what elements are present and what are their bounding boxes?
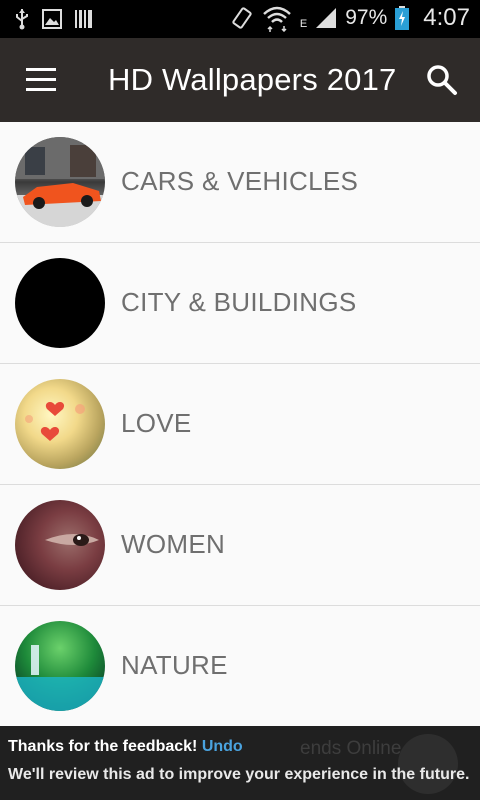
category-item-love[interactable]: LOVE [0, 364, 480, 485]
ad-feedback-message: Thanks for the feedback! Undo [8, 738, 243, 756]
undo-link[interactable]: Undo [202, 738, 243, 755]
category-item-cars-vehicles[interactable]: CARS & VEHICLES [0, 122, 480, 243]
battery-charging-icon [395, 6, 410, 30]
ad-feedback-title: Thanks for the feedback! [8, 738, 198, 755]
status-bar: E 97% 4:07 [0, 0, 480, 38]
category-label: LOVE [121, 408, 192, 438]
ad-feedback-detail: We'll review this ad to improve your exp… [8, 766, 470, 783]
category-label: WOMEN [121, 529, 226, 559]
ad-background-circle [398, 734, 458, 794]
battery-percent: 97% [345, 6, 388, 29]
app-title: HD Wallpapers 2017 [108, 62, 397, 97]
love-thumbnail [15, 379, 105, 469]
city-thumbnail [15, 258, 105, 348]
category-label: NATURE [121, 650, 228, 680]
barcode-icon [75, 10, 92, 28]
menu-button[interactable] [26, 68, 58, 92]
network-type-label: E [299, 18, 308, 30]
category-list: CARS & VEHICLES CITY & BUILDINGS LOVE WO… [0, 122, 480, 727]
cars-thumbnail [15, 137, 105, 227]
ad-feedback-banner: ends Online. Join Thanks for the feedbac… [0, 726, 480, 800]
search-icon [427, 65, 457, 95]
system-icons: E 97% 4:07 [230, 4, 470, 32]
notification-icons [14, 8, 94, 30]
clock: 4:07 [423, 4, 470, 31]
category-label: CITY & BUILDINGS [121, 287, 357, 317]
category-label: CARS & VEHICLES [121, 166, 359, 196]
wifi-icon [263, 6, 291, 32]
signal-icon [316, 8, 337, 28]
category-item-nature[interactable]: NATURE [0, 606, 480, 727]
image-icon [42, 9, 62, 29]
app-bar: HD Wallpapers 2017 [0, 38, 480, 122]
category-item-city-buildings[interactable]: CITY & BUILDINGS [0, 243, 480, 364]
women-thumbnail [15, 500, 105, 590]
vibrate-icon [232, 7, 252, 29]
category-item-women[interactable]: WOMEN [0, 485, 480, 606]
search-button[interactable] [426, 64, 458, 96]
nature-thumbnail [15, 621, 105, 711]
usb-icon [16, 9, 28, 30]
